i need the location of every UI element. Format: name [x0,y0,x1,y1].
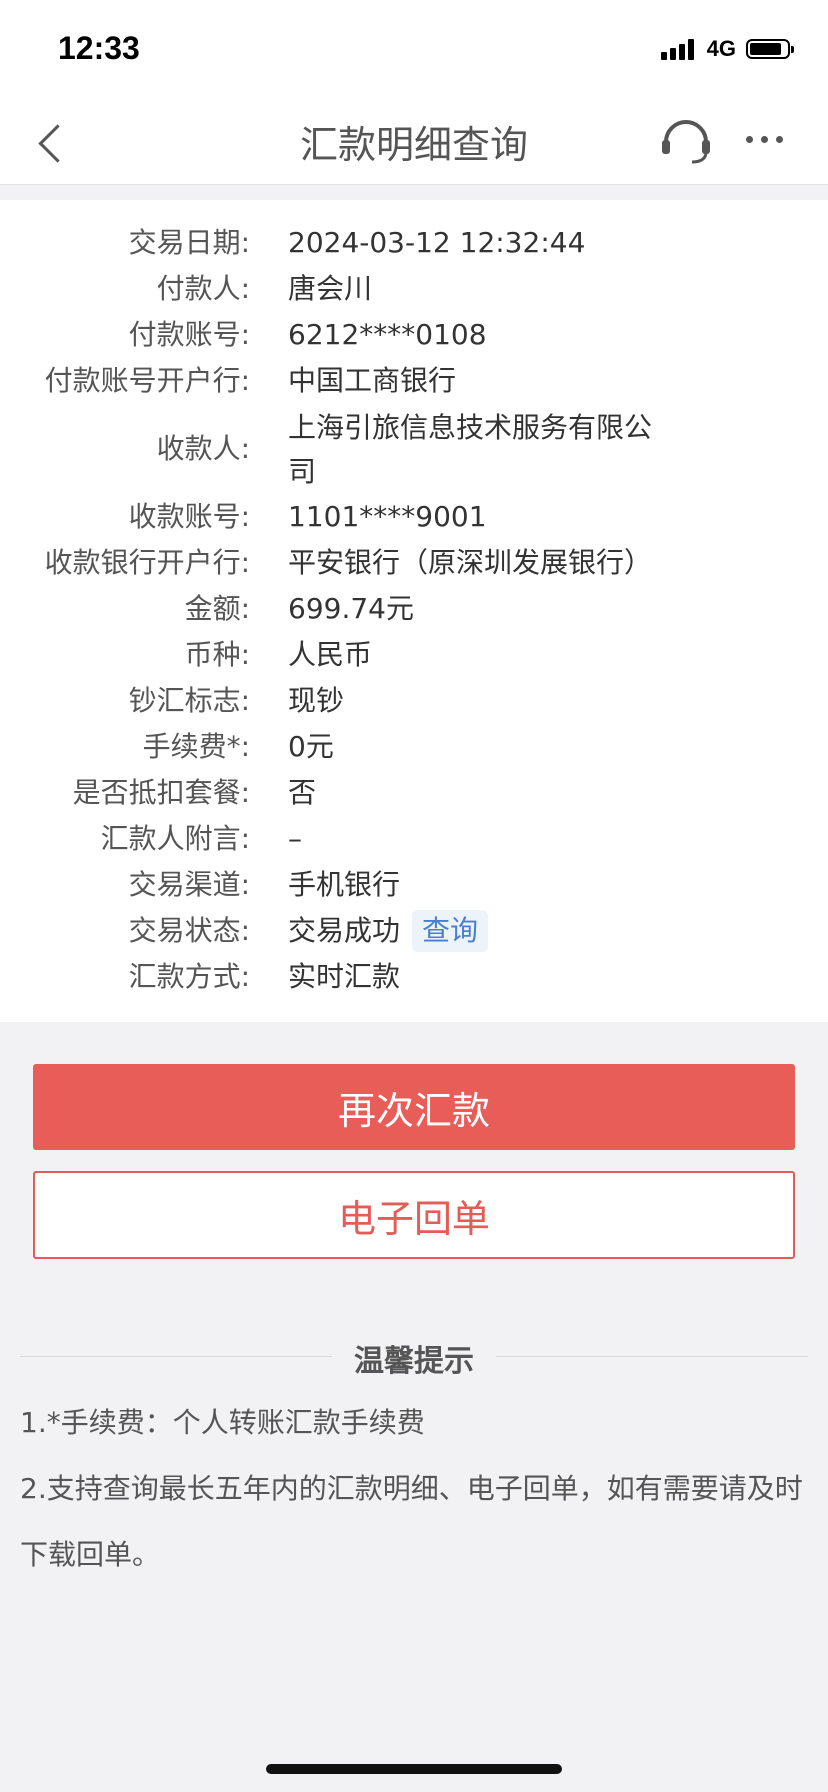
query-status-button[interactable]: 查询 [412,910,489,952]
detail-label: 交易渠道: [128,868,250,901]
divider [20,1356,332,1357]
detail-value: 699.74元 [288,592,414,625]
tip-item: 2.支持查询最长五年内的汇款明细、电子回单，如有需要请及时下载回单。 [20,1472,803,1571]
detail-label: 收款人: [156,432,250,465]
home-indicator[interactable] [266,1764,562,1774]
remit-again-button[interactable]: 再次汇款 [33,1064,795,1150]
detail-value: 1101****9001 [288,500,487,533]
detail-label: 手续费*: [142,730,250,763]
tips-title: 温馨提示 [354,1344,474,1379]
detail-value: 中国工商银行 [288,364,457,397]
headset-icon[interactable] [658,112,714,168]
status-indicators: 4G [660,36,794,62]
detail-label: 交易状态: [128,914,250,947]
detail-label: 币种: [184,638,250,671]
detail-label: 付款人: [156,272,250,305]
status-bar: 12:33 4G [0,0,828,100]
detail-value: 2024-03-12 12:32:44 [288,226,586,259]
detail-value: 上海引旅信息技术服务有限公司 [288,411,653,488]
detail-value: 唐会川 [288,272,373,305]
detail-value: 人民币 [288,638,373,671]
detail-value: 6212****0108 [288,318,487,351]
more-dots-icon[interactable] [746,136,791,143]
detail-value: 否 [288,776,317,809]
detail-label: 钞汇标志: [128,684,250,717]
network-type: 4G [706,36,736,61]
signal-icon [660,38,697,60]
detail-value: 实时汇款 [288,960,401,993]
detail-value: – [288,822,302,855]
status-time: 12:33 [58,30,140,66]
detail-label: 付款账号: [128,318,250,351]
detail-value: 交易成功 查询 [288,908,688,954]
tip-item: 1.*手续费：个人转账汇款手续费 [20,1406,425,1439]
detail-label: 金额: [184,592,250,625]
detail-value: 0元 [288,730,334,763]
detail-label: 付款账号开户行: [44,364,250,397]
transaction-status: 交易成功 [288,914,401,947]
e-receipt-button[interactable]: 电子回单 [33,1171,795,1259]
detail-value: 手机银行 [288,868,401,901]
divider [496,1356,808,1357]
detail-value: 现钞 [288,684,345,717]
nav-bar: 汇款明细查询 [0,100,828,185]
detail-label: 收款账号: [128,500,250,533]
detail-label: 汇款人附言: [100,822,250,855]
detail-label: 是否抵扣套餐: [72,776,250,809]
detail-value: 平安银行（原深圳发展银行） [288,546,653,579]
detail-label: 交易日期: [128,226,250,259]
detail-label: 汇款方式: [128,960,250,993]
battery-icon [746,39,794,59]
transfer-details: 交易日期: 2024-03-12 12:32:44 付款人: 唐会川 付款账号:… [0,200,828,1022]
detail-label: 收款银行开户行: [44,546,250,579]
